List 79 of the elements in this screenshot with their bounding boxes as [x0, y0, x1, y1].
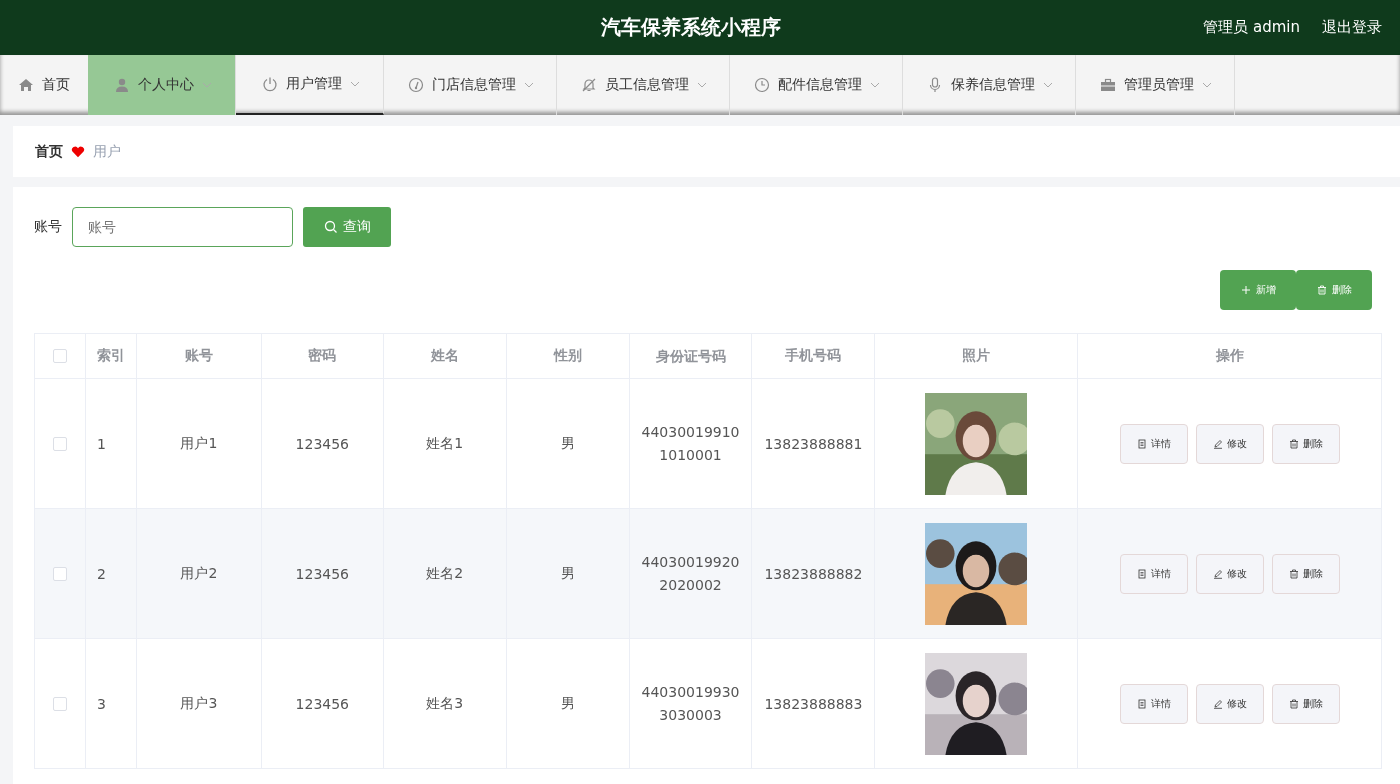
table-cell: 13823888881	[752, 379, 876, 508]
document-icon	[1136, 438, 1147, 449]
app-title: 汽车保养系统小程序	[601, 14, 781, 41]
document-icon	[1136, 698, 1147, 709]
select-all-checkbox[interactable]	[53, 349, 67, 363]
table-cell: 123456	[261, 639, 384, 768]
power-icon	[261, 76, 278, 92]
nav-tab[interactable]: 用户管理	[236, 55, 384, 115]
heart-icon	[71, 145, 85, 158]
trash-icon	[1316, 285, 1327, 295]
details-button[interactable]: 详情	[1119, 423, 1188, 464]
column-header: 账号	[136, 334, 262, 378]
row-checkbox[interactable]	[53, 696, 67, 711]
table-cell: 13823888882	[752, 509, 876, 638]
microphone-icon	[927, 77, 943, 93]
breadcrumb-item[interactable]: 首页	[35, 142, 63, 161]
nav-tab[interactable]: 首页	[0, 55, 88, 115]
admin-user-label: 管理员 admin	[1203, 18, 1300, 37]
edit-button[interactable]: 修改	[1195, 683, 1264, 724]
pencil-icon	[1212, 698, 1223, 709]
column-header: 照片	[875, 334, 1079, 378]
table-cell: 用户2	[136, 509, 262, 638]
nav-tab[interactable]: 保养信息管理	[903, 55, 1076, 115]
table-cell: 440300199303030003	[629, 639, 753, 768]
pencil-icon	[1212, 568, 1223, 579]
search-icon	[323, 220, 338, 234]
row-checkbox[interactable]	[53, 566, 67, 581]
user-icon	[113, 77, 130, 93]
column-header: 操作	[1214, 346, 1245, 365]
plus-icon	[1240, 285, 1251, 295]
table-cell: 440300199202020002	[629, 509, 753, 638]
account-search-field[interactable]: 账号	[72, 207, 293, 247]
logout-link[interactable]: 退出登录	[1322, 18, 1382, 37]
column-header: 性别	[506, 334, 630, 378]
details-button[interactable]: 详情	[1119, 683, 1188, 724]
nav-tab[interactable]: 门店信息管理	[384, 55, 557, 115]
table-cell: 123456	[261, 379, 384, 508]
nav-tab[interactable]: 管理员管理	[1076, 55, 1235, 115]
column-header: 索引	[85, 334, 137, 378]
table-cell: 1	[85, 379, 137, 508]
account-label: 账号	[34, 218, 62, 236]
table-cell: 13823888883	[752, 639, 876, 768]
trash-icon	[1288, 698, 1299, 709]
table-cell: 123456	[261, 509, 384, 638]
column-header: 身份证号码	[629, 334, 753, 378]
trash-icon	[1288, 438, 1299, 449]
edit-button[interactable]: 修改	[1195, 553, 1264, 594]
trash-icon	[1288, 568, 1299, 579]
column-header: 姓名	[383, 334, 507, 378]
column-header: 手机号码	[752, 334, 876, 378]
row-checkbox[interactable]	[53, 436, 67, 451]
table-cell: 用户3	[136, 639, 262, 768]
pencil-icon	[1212, 438, 1223, 449]
table-cell: 男	[506, 379, 630, 508]
delete-button[interactable]: 删除	[1271, 423, 1340, 464]
delete-button[interactable]: 删除	[1271, 553, 1340, 594]
gauge-icon	[408, 77, 424, 93]
delete-button[interactable]: 删除	[1271, 683, 1340, 724]
edit-button[interactable]: 修改	[1195, 423, 1264, 464]
column-header: 密码	[261, 334, 384, 378]
table-cell: 男	[506, 509, 630, 638]
document-icon	[1136, 568, 1147, 579]
table-cell: 2	[85, 509, 137, 638]
nav-tab[interactable]: 个人中心	[88, 55, 236, 115]
bell-off-icon	[581, 77, 597, 93]
table-cell: 用户1	[136, 379, 262, 508]
details-button[interactable]: 详情	[1119, 553, 1188, 594]
breadcrumb-item: 用户	[93, 142, 121, 161]
table-cell: 姓名3	[383, 639, 507, 768]
table-cell: 440300199101010001	[629, 379, 753, 508]
nav-tab[interactable]: 员工信息管理	[557, 55, 730, 115]
table-cell: 男	[506, 639, 630, 768]
table-cell: 姓名1	[383, 379, 507, 508]
table-cell: 姓名2	[383, 509, 507, 638]
nav-tab[interactable]: 配件信息管理	[730, 55, 903, 115]
clock-icon	[754, 77, 770, 93]
table-cell: 3	[85, 639, 137, 768]
briefcase-icon	[1100, 77, 1116, 93]
home-icon	[18, 77, 34, 93]
